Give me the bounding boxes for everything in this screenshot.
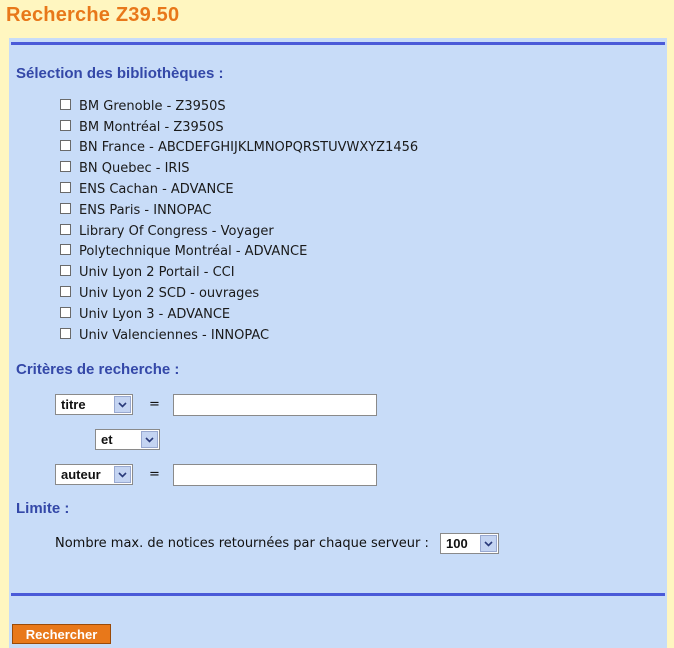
limit-select[interactable]: 100 [440,533,499,554]
top-divider [11,42,665,45]
library-item[interactable]: Univ Valenciennes - INNOPAC [60,325,418,346]
library-label: Univ Lyon 2 Portail - CCI [79,265,235,281]
chevron-down-icon [141,431,158,448]
library-checkbox[interactable] [60,265,71,277]
chevron-down-icon [480,535,497,552]
library-checkbox[interactable] [60,161,71,173]
library-item[interactable]: BM Montréal - Z3950S [60,117,418,138]
library-item[interactable]: BN France - ABCDEFGHIJKLMNOPQRSTUVWXYZ14… [60,138,418,159]
library-label: BN France - ABCDEFGHIJKLMNOPQRSTUVWXYZ14… [79,140,419,156]
field2-select-value: auteur [61,467,101,482]
field2-input[interactable] [173,464,377,486]
library-label: BN Quebec - IRIS [79,161,190,177]
library-item[interactable]: Polytechnique Montréal - ADVANCE [60,242,418,263]
operator-select[interactable]: et [95,429,160,450]
library-checkbox[interactable] [60,244,71,256]
field2-equals-sign: = [149,467,160,482]
library-item[interactable]: BN Quebec - IRIS [60,158,418,179]
limit-label: Nombre max. de notices retournées par ch… [55,536,429,551]
bottom-divider [11,593,665,596]
library-item[interactable]: ENS Paris - INNOPAC [60,200,418,221]
library-list: BM Grenoble - Z3950S BM Montréal - Z3950S… [60,96,418,346]
library-label: Polytechnique Montréal - ADVANCE [79,244,308,260]
field1-equals-sign: = [149,397,160,412]
library-label: ENS Paris - INNOPAC [79,202,212,218]
library-checkbox[interactable] [60,286,71,298]
library-checkbox[interactable] [60,119,71,131]
field2-select[interactable]: auteur [55,464,133,485]
operator-select-value: et [101,432,113,447]
library-checkbox[interactable] [60,223,71,235]
library-label: Univ Lyon 2 SCD - ouvrages [79,286,260,302]
library-item[interactable]: BM Grenoble - Z3950S [60,96,418,117]
limit-heading: Limite : [16,500,70,517]
library-label: Library Of Congress - Voyager [79,223,274,239]
library-checkbox[interactable] [60,98,71,110]
field1-input[interactable] [173,394,377,416]
library-checkbox[interactable] [60,306,71,318]
library-checkbox[interactable] [60,182,71,194]
criteria-heading: Critères de recherche : [16,361,180,378]
library-item[interactable]: Univ Lyon 2 SCD - ouvrages [60,283,418,304]
search-button[interactable]: Rechercher [12,624,111,644]
library-item[interactable]: Univ Lyon 2 Portail - CCI [60,262,418,283]
library-label: BM Montréal - Z3950S [79,119,224,135]
library-checkbox[interactable] [60,140,71,152]
library-item[interactable]: Library Of Congress - Voyager [60,221,418,242]
limit-select-value: 100 [446,536,468,551]
library-item[interactable]: ENS Cachan - ADVANCE [60,179,418,200]
field1-select-value: titre [61,397,86,412]
chevron-down-icon [114,466,131,483]
library-item[interactable]: Univ Lyon 3 - ADVANCE [60,304,418,325]
library-label: Univ Lyon 3 - ADVANCE [79,306,231,322]
page-title: Recherche Z39.50 [6,4,180,26]
library-label: BM Grenoble - Z3950S [79,98,226,114]
libraries-heading: Sélection des bibliothèques : [16,65,224,82]
chevron-down-icon [114,396,131,413]
field1-select[interactable]: titre [55,394,133,415]
library-checkbox[interactable] [60,327,71,339]
library-label: Univ Valenciennes - INNOPAC [79,327,270,343]
search-form-panel: Sélection des bibliothèques : BM Grenobl… [9,38,667,648]
library-checkbox[interactable] [60,202,71,214]
library-label: ENS Cachan - ADVANCE [79,182,234,198]
